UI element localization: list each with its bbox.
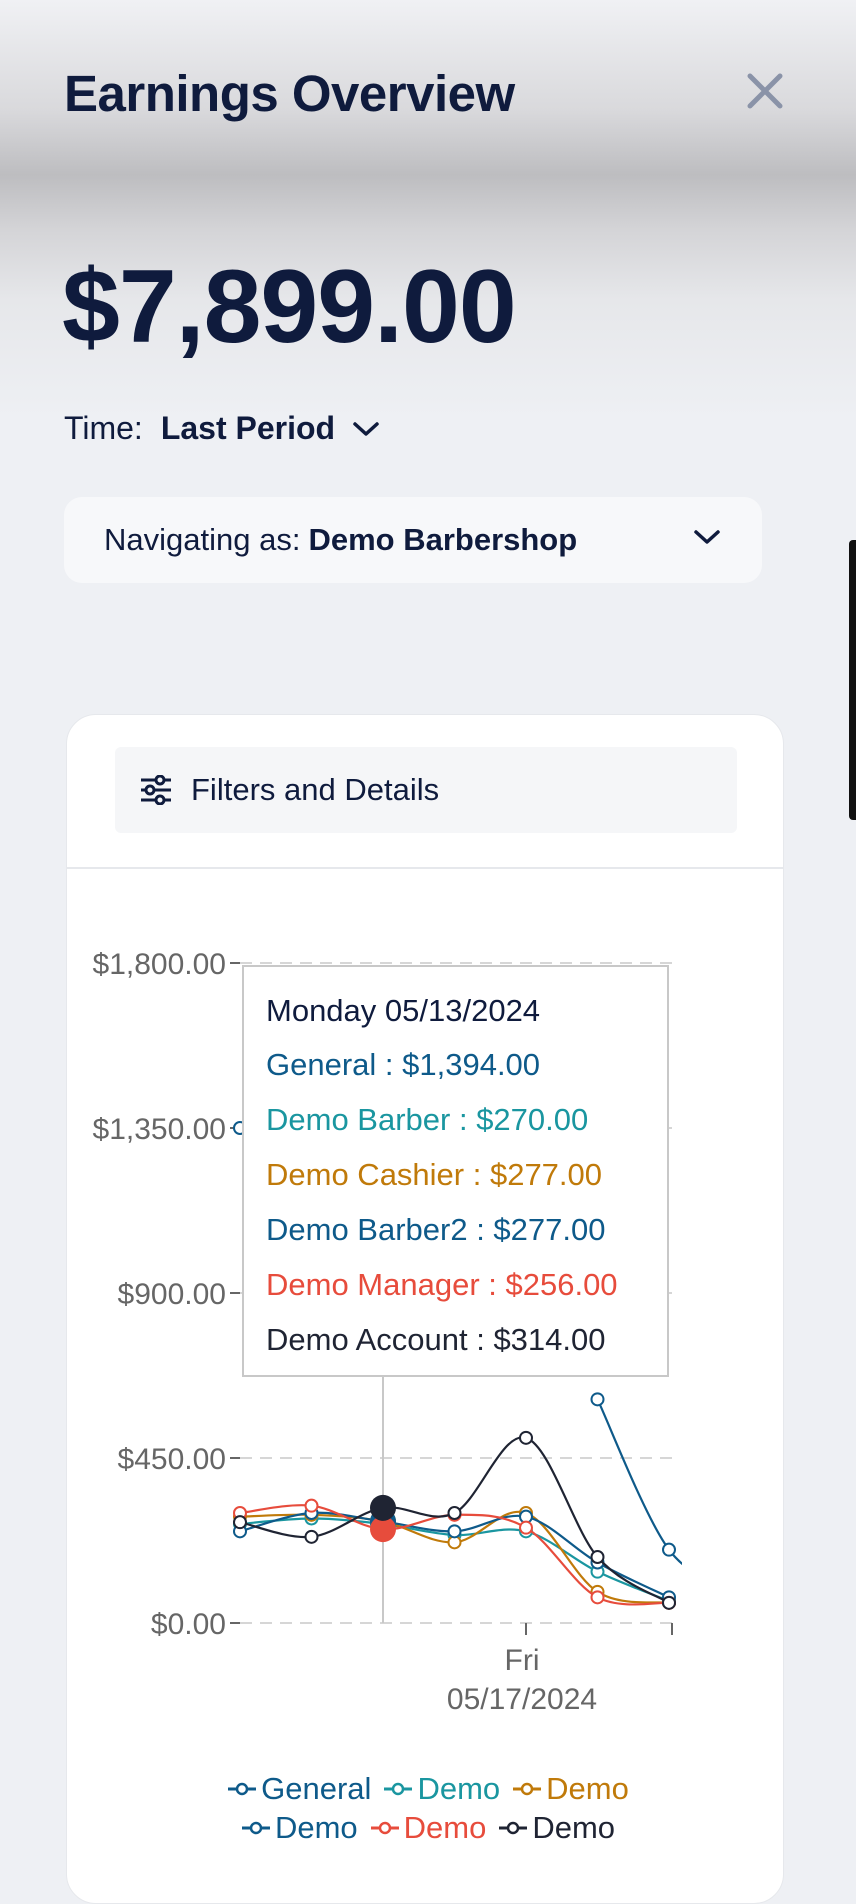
tooltip-row: Demo Cashier : $277.00 <box>266 1157 603 1192</box>
legend-item[interactable]: Demo <box>383 1771 500 1807</box>
legend-label: Demo <box>274 1810 358 1845</box>
x-tick-label-date: 05/17/2024 <box>447 1683 597 1716</box>
legend-label: Demo <box>417 1771 501 1806</box>
legend-label: General <box>261 1771 372 1806</box>
legend-item[interactable]: Demo <box>370 1810 487 1846</box>
data-point <box>447 1506 462 1520</box>
chart-legend: General Demo Demo <box>0 1769 856 1807</box>
legend-label: Demo <box>532 1810 616 1845</box>
y-tick-label: $1,800.00 <box>93 948 226 981</box>
y-tick-label: $450.00 <box>118 1443 226 1476</box>
y-tick-label: $1,350.00 <box>93 1113 226 1146</box>
data-point <box>590 1590 605 1605</box>
tooltip-row: General : $1,394.00 <box>266 1047 541 1082</box>
x-tick-label-day: Fri <box>505 1644 540 1677</box>
data-point <box>519 1520 533 1535</box>
legend-marker-icon <box>499 1821 528 1835</box>
data-point <box>447 1524 462 1539</box>
legend-label: Demo <box>546 1771 629 1806</box>
data-point <box>519 1430 533 1445</box>
tooltip-row: Demo Barber2 : $277.00 <box>266 1212 606 1247</box>
y-tick-label: $0.00 <box>151 1608 226 1641</box>
chart-legend-row-2: Demo Demo Demo <box>0 1808 856 1846</box>
data-point <box>662 1595 676 1610</box>
legend-label: Demo <box>403 1810 487 1845</box>
tooltip-row: Demo Manager : $256.00 <box>266 1267 618 1302</box>
data-point <box>590 1392 605 1407</box>
tooltip-date: Monday 05/13/2024 <box>266 993 541 1028</box>
legend-item[interactable]: Demo <box>498 1810 615 1846</box>
legend-marker-icon <box>228 1782 257 1796</box>
tooltip-row: Demo Barber : $270.00 <box>266 1102 589 1137</box>
legend-marker-icon <box>370 1821 399 1835</box>
chart-tooltip: Monday 05/13/2024 General : $1,394.00 Dem… <box>242 965 669 1377</box>
data-point <box>304 1529 319 1544</box>
data-point <box>233 1515 247 1530</box>
active-data-point <box>370 1494 396 1521</box>
legend-item[interactable]: General <box>227 1771 371 1807</box>
legend-item[interactable]: Demo <box>512 1771 629 1807</box>
legend-marker-icon <box>384 1782 413 1796</box>
data-point <box>662 1542 676 1557</box>
tooltip-row: Demo Account : $314.00 <box>266 1322 606 1357</box>
legend-marker-icon <box>241 1821 270 1835</box>
series-line <box>596 1398 682 1565</box>
data-point <box>590 1550 605 1564</box>
legend-marker-icon <box>513 1782 542 1796</box>
y-tick-label: $900.00 <box>118 1278 226 1311</box>
data-point <box>304 1498 319 1513</box>
legend-item[interactable]: Demo <box>241 1810 358 1846</box>
earnings-line-chart: $0.00 $450.00 $900.00 $1,350.00 $1,800.00 Fri… <box>93 948 682 1716</box>
